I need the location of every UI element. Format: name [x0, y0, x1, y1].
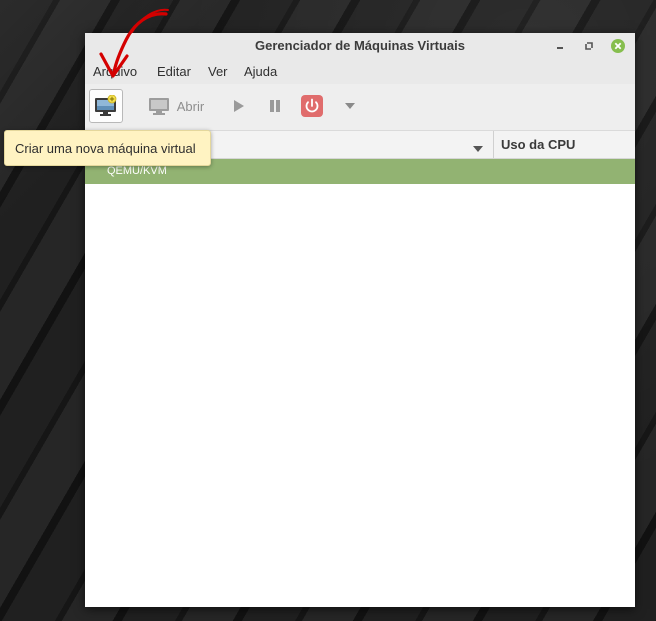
new-vm-icon [95, 95, 117, 116]
menubar: Arquivo Editar Ver Ajuda [85, 60, 635, 84]
tooltip: Criar uma nova máquina virtual [4, 130, 211, 166]
menu-editar[interactable]: Editar [157, 64, 191, 79]
connection-label: QEMU/KVM [107, 165, 167, 177]
titlebar[interactable]: Gerenciador de Máquinas Virtuais [85, 33, 635, 60]
shutdown-menu-button[interactable] [340, 89, 360, 123]
menu-ajuda[interactable]: Ajuda [244, 64, 277, 79]
virt-manager-window: Gerenciador de Máquinas Virtuais Arquivo… [85, 33, 635, 607]
run-button[interactable] [227, 89, 249, 123]
menu-arquivo[interactable]: Arquivo [93, 64, 137, 79]
column-divider [493, 131, 494, 158]
open-button-label: Abrir [176, 98, 205, 114]
open-button[interactable]: Abrir [143, 89, 209, 123]
toolbar: Abrir [85, 84, 635, 131]
pause-icon [270, 100, 280, 112]
maximize-icon [585, 42, 593, 50]
tooltip-text: Criar uma nova máquina virtual [15, 141, 196, 156]
minimize-button[interactable] [552, 38, 568, 54]
new-vm-button[interactable] [89, 89, 123, 123]
minimize-icon [557, 47, 563, 49]
menu-ver[interactable]: Ver [208, 64, 228, 79]
maximize-button[interactable] [581, 38, 597, 54]
monitor-icon [148, 98, 169, 115]
shutdown-button[interactable] [299, 89, 325, 123]
vm-list-empty-area[interactable] [85, 184, 635, 607]
pause-button[interactable] [264, 89, 286, 123]
chevron-down-icon [473, 146, 483, 152]
column-header-cpu[interactable]: Uso da CPU [501, 137, 575, 152]
close-button[interactable] [610, 38, 626, 54]
power-icon [301, 95, 323, 117]
play-icon [234, 100, 244, 112]
chevron-down-icon [345, 103, 355, 109]
close-icon [611, 39, 625, 53]
column-sort-dropdown[interactable] [472, 140, 484, 158]
